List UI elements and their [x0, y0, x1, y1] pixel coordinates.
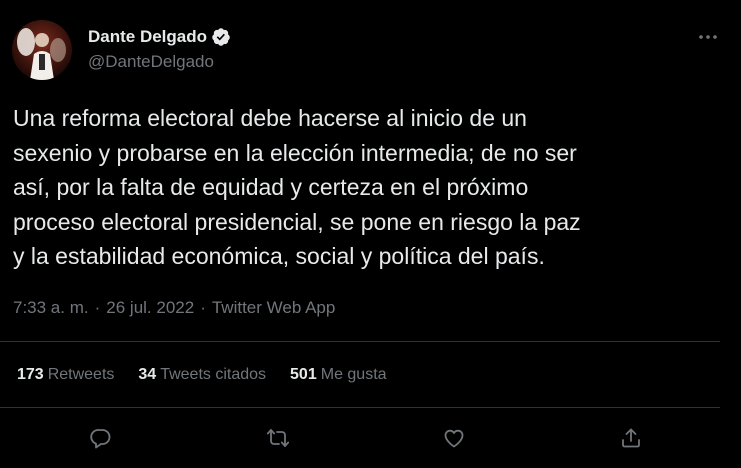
tweet-stats: 173 Retweets 34 Tweets citados 501 Me gusta	[17, 364, 411, 386]
author-handle[interactable]: @DanteDelgado	[88, 52, 214, 72]
tweet-time[interactable]: 7:33 a. m.	[13, 298, 89, 317]
divider	[0, 341, 720, 342]
verified-badge-icon	[211, 27, 231, 47]
meta-separator: ·	[94, 298, 101, 317]
likes-stat[interactable]: 501 Me gusta	[290, 364, 387, 386]
tweet-actions	[0, 423, 741, 453]
more-dots-icon	[699, 35, 717, 39]
heart-icon	[444, 429, 464, 448]
reply-icon	[90, 429, 111, 449]
tweet-text: Una reforma electoral debe hacerse al in…	[13, 105, 581, 269]
likes-label: Me gusta	[320, 366, 387, 383]
tweet-source[interactable]: Twitter Web App	[212, 298, 335, 317]
quotes-stat[interactable]: 34 Tweets citados	[138, 364, 266, 386]
reply-button[interactable]	[85, 423, 115, 453]
divider	[0, 407, 720, 408]
more-options-button[interactable]	[694, 28, 722, 46]
like-button[interactable]	[439, 423, 469, 453]
quotes-count: 34	[138, 366, 157, 383]
retweet-button[interactable]	[263, 423, 293, 453]
share-icon	[622, 428, 640, 448]
meta-separator: ·	[200, 298, 206, 317]
tweet-card: Dante Delgado @DanteDelgado Una reforma …	[0, 0, 741, 468]
likes-count: 501	[290, 366, 317, 383]
retweets-stat[interactable]: 173 Retweets	[17, 364, 114, 386]
author-display-name[interactable]: Dante Delgado	[88, 27, 207, 47]
share-button[interactable]	[616, 423, 646, 453]
profile-photo-icon	[12, 20, 72, 80]
retweet-icon	[266, 429, 290, 447]
retweets-count: 173	[17, 366, 44, 383]
tweet-date[interactable]: 26 jul. 2022	[106, 298, 194, 317]
quotes-label: Tweets citados	[160, 366, 267, 383]
tweet-meta: 7:33 a. m. · 26 jul. 2022 · Twitter Web App	[13, 296, 335, 320]
author-name-row: Dante Delgado	[88, 27, 231, 47]
retweets-label: Retweets	[47, 366, 115, 383]
avatar[interactable]	[12, 20, 72, 80]
